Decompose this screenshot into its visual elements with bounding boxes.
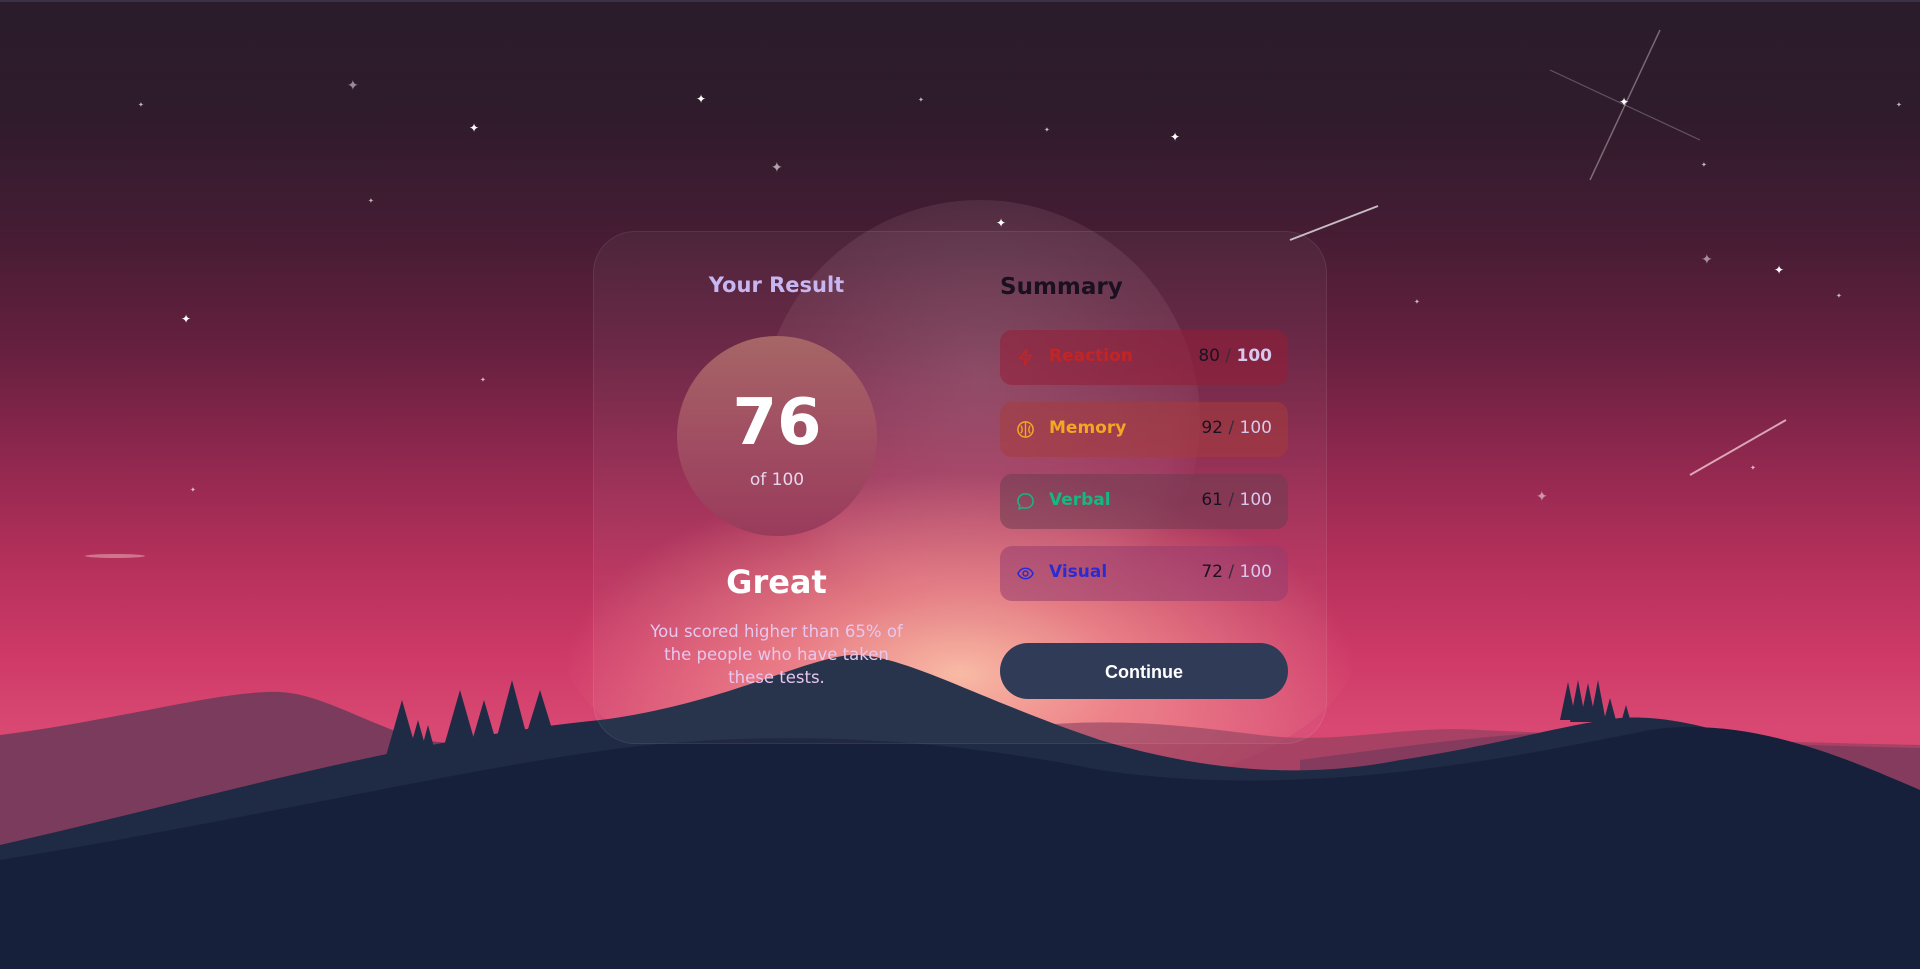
shooting-star [1689, 419, 1787, 476]
star: ✦ [347, 78, 359, 94]
score-number: 72 [1201, 562, 1223, 582]
star: ✦ [480, 376, 486, 384]
star: ✦ [918, 96, 924, 104]
star: ✦ [1774, 263, 1785, 277]
star: ✦ [181, 312, 192, 326]
result-title: Your Result [708, 273, 845, 297]
score-separator: / [1228, 490, 1235, 510]
summary-item-label: Visual [1049, 562, 1108, 582]
star: ✦ [996, 216, 1007, 230]
score-circle: 76 of 100 [677, 336, 877, 536]
score-total: of 100 [749, 470, 805, 490]
score-value: 76 [732, 386, 822, 460]
summary-panel: Summary Reaction 80 / 100 Memory 92 / 10… [1000, 231, 1288, 744]
star: ✦ [696, 92, 707, 106]
star: ✦ [1044, 126, 1050, 134]
star: ✦ [1836, 292, 1842, 300]
score-separator: / [1225, 346, 1232, 366]
score-separator: / [1228, 562, 1235, 582]
grade-label: Great [726, 563, 827, 601]
summary-item-reaction: Reaction 80 / 100 [1000, 330, 1288, 385]
star: ✦ [138, 101, 144, 109]
star: ✦ [469, 121, 480, 135]
chat-bubble-icon [1017, 493, 1034, 510]
summary-item-label: Memory [1049, 418, 1127, 438]
brain-icon [1017, 421, 1034, 438]
star: ✦ [771, 160, 783, 176]
summary-item-verbal: Verbal 61 / 100 [1000, 474, 1288, 529]
score-number: 61 [1201, 490, 1223, 510]
star: ✦ [1170, 130, 1181, 144]
result-description: You scored higher than 65% of the people… [650, 622, 903, 687]
summary-item-visual: Visual 72 / 100 [1000, 546, 1288, 601]
star: ✦ [1619, 95, 1630, 109]
score-max: 100 [1239, 562, 1272, 582]
star: ✦ [1701, 252, 1713, 268]
summary-item-memory: Memory 92 / 100 [1000, 402, 1288, 457]
star: ✦ [1414, 298, 1420, 306]
score-separator: / [1228, 418, 1235, 438]
result-panel: Your Result 76 of 100 Great You scored h… [593, 231, 960, 744]
continue-button[interactable]: Continue [1000, 643, 1288, 699]
star: ✦ [1701, 161, 1707, 169]
star: ✦ [368, 197, 374, 205]
score-number: 92 [1201, 418, 1223, 438]
score-max: 100 [1239, 418, 1272, 438]
score-number: 80 [1198, 346, 1220, 366]
summary-item-score: 80 / 100 [1198, 346, 1272, 366]
summary-title: Summary [1000, 274, 1123, 300]
lightning-icon [1019, 349, 1032, 366]
star: ✦ [190, 486, 196, 494]
summary-item-label: Verbal [1049, 490, 1111, 510]
star: ✦ [1896, 101, 1902, 109]
summary-item-label: Reaction [1049, 346, 1133, 366]
eye-icon [1017, 567, 1034, 580]
score-max: 100 [1239, 490, 1272, 510]
star: ✦ [1750, 464, 1756, 472]
score-max: 100 [1236, 346, 1273, 366]
summary-item-score: 72 / 100 [1201, 562, 1272, 582]
star: ✦ [1536, 489, 1548, 505]
summary-item-score: 92 / 100 [1201, 418, 1272, 438]
summary-item-score: 61 / 100 [1201, 490, 1272, 510]
faint-streak [85, 554, 145, 558]
